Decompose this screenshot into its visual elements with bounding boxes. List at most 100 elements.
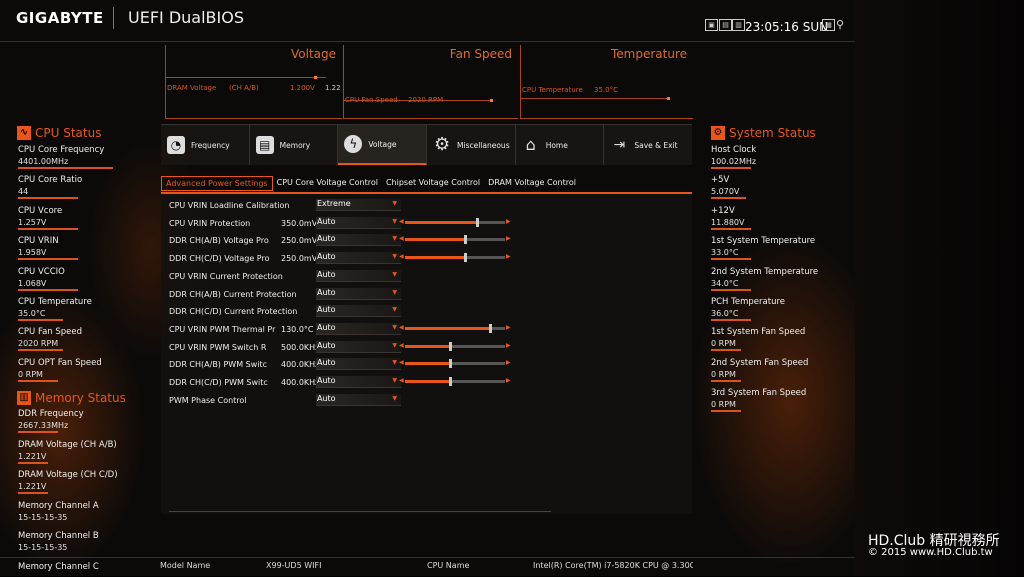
calendar-icon[interactable]: ▦ (822, 19, 835, 31)
slider-right-arrow-icon[interactable]: ▶ (506, 342, 511, 349)
setting-slider[interactable]: ◀ ▶ (399, 377, 511, 386)
screenshot-icon[interactable]: ▤ (719, 19, 732, 31)
setting-select-value: Auto (317, 234, 336, 244)
setting-select[interactable]: Auto ▼ (316, 340, 401, 353)
setting-slider[interactable]: ◀ ▶ (399, 235, 511, 245)
slider-knob[interactable] (489, 323, 492, 333)
slider-fill (405, 326, 490, 330)
main-tabs: ◔ Frequency ▤ Memory ϟ Voltage ⚙ Miscell… (161, 124, 692, 165)
setting-select[interactable]: Auto ▼ (316, 376, 401, 388)
slider-right-arrow-icon[interactable]: ▶ (506, 218, 511, 225)
subtab-cpu-core-voltage[interactable]: CPU Core Voltage Control (273, 176, 382, 191)
cpu-pulse-icon: ∿ (17, 126, 31, 140)
setting-row[interactable]: CPU VRIN PWM Switch R 500.0KHz Auto ▼ ◀ ▶ (169, 340, 689, 357)
status-item: CPU Vcore 1.257V (18, 206, 138, 230)
temperature-graph-title: Temperature (610, 47, 687, 61)
setting-label: CPU VRIN Current Protection (169, 271, 283, 281)
setting-value: 400.0KHz (281, 378, 320, 387)
setting-select[interactable]: Auto ▼ (316, 269, 401, 282)
setting-row[interactable]: DDR CH(C/D) Voltage Pro 250.0mV Auto ▼ ◀ ▶ (169, 252, 689, 268)
slider-left-arrow-icon[interactable]: ◀ (399, 342, 404, 349)
footer: Model Name X99-UD5 WIFI CPU Name Intel(R… (0, 557, 855, 577)
monitor-icon[interactable]: ▥ (732, 19, 745, 31)
model-name-label: Model Name (160, 561, 211, 570)
language-icon[interactable]: ▣ (705, 19, 718, 31)
settings-divider (169, 511, 551, 512)
setting-row[interactable]: CPU VRIN Protection 350.0mV Auto ▼ ◀ ▶ (169, 216, 689, 233)
right-strip (855, 0, 1024, 576)
setting-select-value: Auto (317, 340, 336, 350)
slider-left-arrow-icon[interactable]: ◀ (399, 253, 404, 260)
tab-voltage[interactable]: ϟ Voltage (338, 125, 428, 165)
tab-memory[interactable]: ▤ Memory (250, 125, 339, 165)
tab-save-exit[interactable]: ⇥ Save & Exit (604, 125, 692, 165)
slider-knob[interactable] (464, 235, 467, 245)
slider-right-arrow-icon[interactable]: ▶ (506, 253, 511, 260)
subtab-dram-voltage[interactable]: DRAM Voltage Control (484, 176, 580, 191)
setting-select[interactable]: Auto ▼ (316, 358, 401, 371)
voltage-graph-line (166, 77, 326, 78)
setting-row[interactable]: DDR CH(C/D) Current Protection Auto ▼ (169, 305, 689, 321)
slider-right-arrow-icon[interactable]: ▶ (506, 377, 511, 384)
setting-select[interactable]: Auto ▼ (316, 393, 401, 406)
slider-right-arrow-icon[interactable]: ▶ (506, 235, 511, 242)
slider-left-arrow-icon[interactable]: ◀ (399, 359, 404, 366)
setting-row[interactable]: DDR CH(C/D) PWM Switc 400.0KHz Auto ▼ ◀ ▶ (169, 376, 689, 392)
slider-left-arrow-icon[interactable]: ◀ (399, 324, 404, 331)
setting-select[interactable]: Auto ▼ (316, 305, 401, 318)
setting-select[interactable]: Extreme ▼ (316, 199, 401, 211)
status-bar (18, 197, 78, 200)
search-icon[interactable]: ⚲ (836, 18, 844, 31)
slider-knob[interactable] (464, 253, 467, 263)
status-value: 100.02MHz (711, 157, 757, 166)
status-bar (18, 227, 78, 230)
status-bar (711, 379, 741, 382)
voltage-graph[interactable]: Voltage DRAM Voltage (CH A/B) 1.200V 1.2… (165, 45, 342, 119)
tab-miscellaneous[interactable]: ⚙ Miscellaneous (427, 125, 516, 165)
cpu-name-label: CPU Name (427, 561, 470, 570)
setting-row[interactable]: CPU VRIN Loadline Calibration Extreme ▼ (169, 199, 689, 215)
setting-select[interactable]: Auto ▼ (316, 287, 401, 300)
setting-row[interactable]: DDR CH(A/B) PWM Switc 400.0KHz Auto ▼ ◀ ▶ (169, 358, 689, 374)
setting-slider[interactable]: ◀ ▶ (399, 359, 511, 369)
status-bar (711, 349, 741, 352)
status-value: 2020 RPM (18, 339, 59, 349)
setting-slider[interactable]: ◀ ▶ (399, 341, 511, 351)
setting-row[interactable]: PWM Phase Control Auto ▼ (169, 393, 689, 410)
setting-select[interactable]: Auto ▼ (316, 234, 401, 247)
slider-knob[interactable] (449, 377, 452, 386)
slider-right-arrow-icon[interactable]: ▶ (506, 359, 511, 366)
setting-select[interactable]: Auto ▼ (316, 322, 401, 335)
dropdown-arrow-icon: ▼ (392, 235, 397, 243)
setting-row[interactable]: CPU VRIN Current Protection Auto ▼ (169, 269, 689, 286)
slider-right-arrow-icon[interactable]: ▶ (506, 324, 511, 331)
status-item: CPU Core Frequency 4401.00MHz (18, 145, 138, 169)
tab-frequency[interactable]: ◔ Frequency (161, 125, 250, 165)
slider-knob[interactable] (449, 359, 452, 369)
status-label: CPU Core Ratio (18, 175, 83, 186)
setting-value: 250.0mV (281, 254, 318, 264)
setting-slider[interactable]: ◀ ▶ (399, 323, 511, 333)
cpu-status-title: CPU Status (35, 126, 102, 140)
slider-knob[interactable] (449, 341, 452, 351)
setting-slider[interactable]: ◀ ▶ (399, 217, 511, 227)
temperature-graph-value: 35.0°C (594, 86, 618, 94)
setting-select[interactable]: Auto ▼ (316, 252, 401, 265)
setting-label: DDR CH(A/B) Current Protection (169, 289, 297, 299)
tab-home[interactable]: ⌂ Home (516, 125, 605, 165)
setting-slider[interactable]: ◀ ▶ (399, 253, 511, 263)
setting-row[interactable]: CPU VRIN PWM Thermal Pr 130.0°C Auto ▼ ◀ ▶ (169, 322, 689, 339)
slider-left-arrow-icon[interactable]: ◀ (399, 218, 404, 225)
slider-knob[interactable] (476, 217, 479, 227)
subtab-advanced-power[interactable]: Advanced Power Settings (161, 176, 273, 191)
fan-graph[interactable]: Fan Speed CPU Fan Speed 2020 RPM (343, 45, 518, 119)
slider-left-arrow-icon[interactable]: ◀ (399, 235, 404, 242)
temperature-graph[interactable]: Temperature CPU Temperature 35.0°C (520, 45, 693, 119)
setting-row[interactable]: DDR CH(A/B) Current Protection Auto ▼ (169, 287, 689, 304)
dropdown-arrow-icon: ▼ (392, 394, 397, 402)
setting-row[interactable]: DDR CH(A/B) Voltage Pro 250.0mV Auto ▼ ◀ ▶ (169, 234, 689, 250)
status-label: CPU VRIN (18, 236, 59, 247)
subtab-chipset-voltage[interactable]: Chipset Voltage Control (382, 176, 484, 191)
slider-left-arrow-icon[interactable]: ◀ (399, 377, 404, 384)
setting-select[interactable]: Auto ▼ (316, 216, 401, 229)
